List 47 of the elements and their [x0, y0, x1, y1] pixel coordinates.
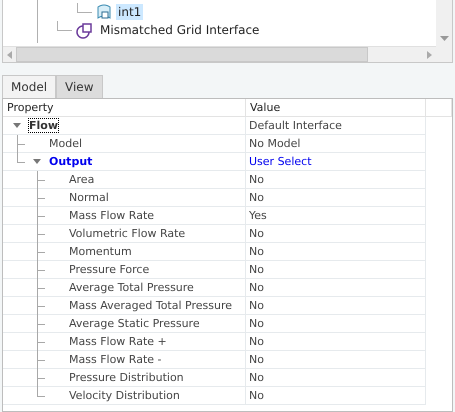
- property-value[interactable]: No: [249, 191, 264, 204]
- property-value[interactable]: No: [249, 371, 264, 384]
- scroll-left-icon[interactable]: [7, 50, 12, 58]
- property-value[interactable]: Yes: [249, 209, 267, 222]
- property-name: Pressure Distribution: [69, 371, 184, 384]
- property-value[interactable]: User Select: [249, 155, 312, 168]
- property-value[interactable]: No: [249, 299, 264, 312]
- property-name: Momentum: [69, 245, 132, 258]
- property-name: Output: [49, 155, 92, 168]
- property-value[interactable]: No: [249, 281, 264, 294]
- property-value[interactable]: No: [249, 389, 264, 402]
- property-name: Normal: [69, 191, 109, 204]
- property-value[interactable]: No: [249, 245, 264, 258]
- property-value[interactable]: No: [249, 335, 264, 348]
- property-value[interactable]: No: [249, 173, 264, 186]
- property-name: Average Static Pressure: [69, 317, 200, 330]
- property-value[interactable]: No: [249, 227, 264, 240]
- property-name: Velocity Distribution: [69, 389, 180, 402]
- property-value[interactable]: No Model: [249, 137, 300, 150]
- property-name: Volumetric Flow Rate: [69, 227, 186, 240]
- tree-item[interactable]: Mismatched Grid Interface: [98, 22, 262, 38]
- property-value[interactable]: No: [249, 263, 264, 276]
- property-value[interactable]: No: [249, 353, 264, 366]
- scrollbar-thumb[interactable]: [16, 47, 368, 62]
- property-name: Area: [69, 173, 94, 186]
- interface-icon: [96, 4, 112, 20]
- tree-item[interactable]: int1: [116, 4, 144, 20]
- property-name: Mass Flow Rate -: [69, 353, 162, 366]
- property-name: Mass Averaged Total Pressure: [69, 299, 232, 312]
- column-header[interactable]: Value: [246, 99, 426, 117]
- expand-arrow-icon[interactable]: [13, 123, 21, 128]
- property-name: Mass Flow Rate: [69, 209, 154, 222]
- property-name: Flow: [29, 119, 58, 132]
- header-filler: [426, 99, 452, 117]
- tab[interactable]: View: [56, 75, 103, 98]
- interface-icon: [76, 21, 94, 39]
- property-name: Model: [49, 137, 82, 150]
- scroll-right-icon[interactable]: [427, 50, 432, 58]
- property-value[interactable]: Default Interface: [249, 119, 342, 132]
- property-name: Average Total Pressure: [69, 281, 194, 294]
- property-name: Mass Flow Rate +: [69, 335, 167, 348]
- scroll-down-icon[interactable]: [440, 36, 448, 42]
- expand-arrow-icon[interactable]: [33, 159, 41, 164]
- property-value[interactable]: No: [249, 317, 264, 330]
- tab[interactable]: Model: [2, 75, 56, 98]
- property-name: Pressure Force: [69, 263, 150, 276]
- column-header[interactable]: Property: [3, 99, 246, 117]
